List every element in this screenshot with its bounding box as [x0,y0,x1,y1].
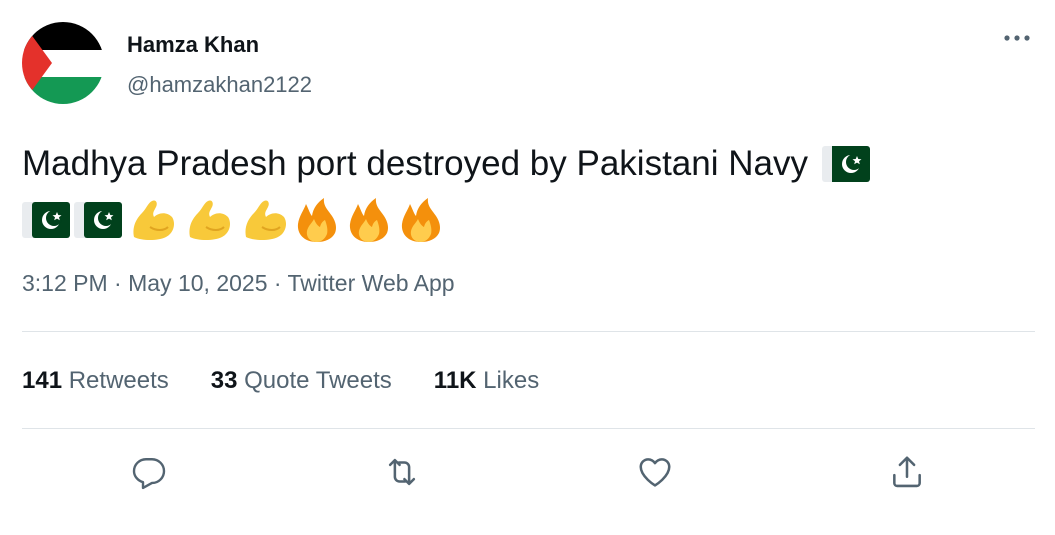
flexed-biceps-emoji-icon [128,197,178,243]
retweet-button[interactable] [380,450,424,494]
meta-separator: · [114,270,122,296]
meta-separator: · [273,270,282,296]
tweet-time[interactable]: 3:12 PM [22,270,108,296]
tweet-date[interactable]: May 10, 2025 [128,270,267,296]
likes-label: Likes [483,367,540,394]
like-button[interactable] [633,450,677,494]
tweet-stats: 141 Retweets 33 Quote Tweets 11K Likes [22,367,581,395]
share-icon [893,456,921,488]
like-icon [639,458,671,487]
quote-tweets-stat[interactable]: 33 Quote Tweets [211,367,392,395]
reply-button[interactable] [127,450,171,494]
tweet-meta: 3:12 PM · May 10, 2025 · Twitter Web App [22,270,455,297]
retweets-stat[interactable]: 141 Retweets [22,367,169,395]
quote-tweets-count: 33 [210,367,238,394]
tweet-text-line-1: Madhya Pradesh port destroyed by Pakista… [22,136,1022,192]
palestine-flag-icon [22,22,104,104]
quote-tweets-label: Quote Tweets [244,367,392,394]
flexed-biceps-emoji-icon [240,197,290,243]
flexed-biceps-emoji-icon [184,197,234,243]
more-options-button[interactable] [1001,24,1033,52]
avatar[interactable] [22,22,104,104]
tweet-actions [0,450,1055,496]
fire-emoji-icon [292,196,342,244]
pakistan-flag-emoji-icon [821,146,870,182]
divider [22,428,1035,429]
retweets-label: Retweets [68,367,169,394]
fire-emoji-icon [344,196,394,244]
fire-emoji-icon [396,196,446,244]
retweets-count: 141 [22,367,63,394]
pakistan-flag-emoji-icon [74,202,122,238]
reply-icon [132,458,166,490]
tweet-source: Twitter Web App [287,270,455,296]
more-horizontal-icon [1004,35,1030,41]
likes-count: 11K [433,367,477,394]
share-button[interactable] [885,450,929,494]
divider [22,331,1035,332]
pakistan-flag-emoji-icon [22,202,70,238]
tweet-text-line-2 [22,192,1022,248]
tweet-body: Madhya Pradesh port destroyed by Pakista… [22,144,808,183]
author-display-name[interactable]: Hamza Khan [127,32,259,58]
author-handle[interactable]: @hamzakhan2122 [127,72,312,98]
tweet-text: Madhya Pradesh port destroyed by Pakista… [22,136,1022,248]
likes-stat[interactable]: 11K Likes [434,367,539,395]
retweet-icon [388,458,416,486]
